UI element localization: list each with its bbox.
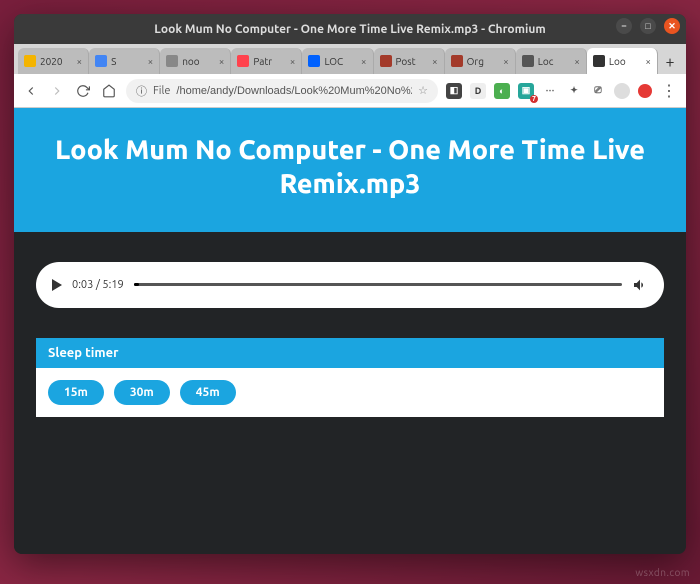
duration: 5:19 [102, 279, 123, 291]
tab-strip: 2020 × S × noo × Patr × LOC × Post × [14, 44, 686, 74]
window-title: Look Mum No Computer - One More Time Liv… [154, 23, 545, 36]
favicon-icon [380, 55, 392, 67]
seek-slider[interactable] [134, 283, 622, 286]
star-icon[interactable]: ☆ [418, 84, 428, 97]
current-time: 0:03 [72, 279, 93, 291]
tab-label: S [111, 56, 143, 67]
file-chip: File [153, 85, 170, 97]
tab-label: Org [467, 56, 499, 67]
tab-label: Post [396, 56, 428, 67]
watermark: wsxdn.com [635, 567, 690, 578]
tab-6[interactable]: Org × [445, 48, 516, 74]
menu-icon[interactable]: ⋮ [660, 82, 678, 100]
window-controls: – □ ✕ [616, 18, 680, 34]
play-icon[interactable] [52, 279, 62, 291]
tab-label: Loo [609, 56, 641, 67]
close-tab-icon[interactable]: × [432, 56, 438, 67]
url-input[interactable] [176, 85, 412, 97]
tab-1[interactable]: S × [89, 48, 160, 74]
tab-8-active[interactable]: Loo × [587, 48, 658, 74]
maximize-button[interactable]: □ [640, 18, 656, 34]
favicon-icon [166, 55, 178, 67]
sleep-option-30m[interactable]: 30m [114, 380, 170, 405]
tab-4[interactable]: LOC × [302, 48, 373, 74]
minimize-button[interactable]: – [616, 18, 632, 34]
tab-label: Patr [253, 56, 285, 67]
ext-icon-2[interactable]: D [470, 83, 486, 99]
close-tab-icon[interactable]: × [361, 56, 367, 67]
tab-3[interactable]: Patr × [231, 48, 302, 74]
time-display: 0:03 / 5:19 [72, 279, 124, 291]
tab-0[interactable]: 2020 × [18, 48, 89, 74]
sleep-option-15m[interactable]: 15m [48, 380, 104, 405]
tab-label: noo [182, 56, 214, 67]
favicon-icon [593, 55, 605, 67]
window-titlebar: Look Mum No Computer - One More Time Liv… [14, 14, 686, 44]
close-tab-icon[interactable]: × [574, 56, 580, 67]
tab-label: LOC [324, 56, 356, 67]
extension-icons: ◧ D ◐ ▣7 ⋯ ✦ ⎚ ⋮ [446, 82, 678, 100]
tab-7[interactable]: Loc × [516, 48, 587, 74]
forward-icon[interactable] [48, 82, 66, 100]
ext-icon-3[interactable]: ◐ [494, 83, 510, 99]
close-tab-icon[interactable]: × [290, 56, 296, 67]
record-icon[interactable] [638, 84, 652, 98]
tab-2[interactable]: noo × [160, 48, 231, 74]
home-icon[interactable] [100, 82, 118, 100]
close-tab-icon[interactable]: × [645, 56, 651, 67]
tab-label: 2020 [40, 56, 72, 67]
favicon-icon [451, 55, 463, 67]
sleep-timer-header: Sleep timer [36, 338, 664, 368]
profile-icon[interactable] [614, 83, 630, 99]
back-icon[interactable] [22, 82, 40, 100]
browser-toolbar: ⓘ File ☆ ◧ D ◐ ▣7 ⋯ ✦ ⎚ ⋮ [14, 74, 686, 108]
audio-player: 0:03 / 5:19 [36, 262, 664, 308]
audio-player-container: 0:03 / 5:19 [14, 232, 686, 338]
close-tab-icon[interactable]: × [503, 56, 509, 67]
close-tab-icon[interactable]: × [76, 56, 82, 67]
tab-label: Loc [538, 56, 570, 67]
extensions-icon[interactable]: ✦ [566, 83, 582, 99]
close-tab-icon[interactable]: × [219, 56, 225, 67]
page-title: Look Mum No Computer - One More Time Liv… [14, 108, 686, 232]
close-button[interactable]: ✕ [664, 18, 680, 34]
volume-icon[interactable] [632, 277, 648, 293]
new-tab-button[interactable]: + [658, 50, 682, 74]
sleep-timer-panel: Sleep timer 15m 30m 45m [36, 338, 664, 417]
tab-5[interactable]: Post × [374, 48, 445, 74]
ext-icon-4[interactable]: ▣7 [518, 83, 534, 99]
reload-icon[interactable] [74, 82, 92, 100]
favicon-icon [24, 55, 36, 67]
sleep-timer-options: 15m 30m 45m [36, 368, 664, 417]
info-icon[interactable]: ⓘ [136, 83, 147, 99]
browser-window: Look Mum No Computer - One More Time Liv… [14, 14, 686, 554]
favicon-icon [308, 55, 320, 67]
close-tab-icon[interactable]: × [148, 56, 154, 67]
favicon-icon [95, 55, 107, 67]
sleep-option-45m[interactable]: 45m [180, 380, 236, 405]
address-bar[interactable]: ⓘ File ☆ [126, 79, 438, 103]
favicon-icon [522, 55, 534, 67]
seek-progress [134, 283, 139, 286]
cast-icon[interactable]: ⎚ [590, 83, 606, 99]
page-content: Look Mum No Computer - One More Time Liv… [14, 108, 686, 554]
ext-icon-5[interactable]: ⋯ [542, 83, 558, 99]
favicon-icon [237, 55, 249, 67]
ext-icon-1[interactable]: ◧ [446, 83, 462, 99]
